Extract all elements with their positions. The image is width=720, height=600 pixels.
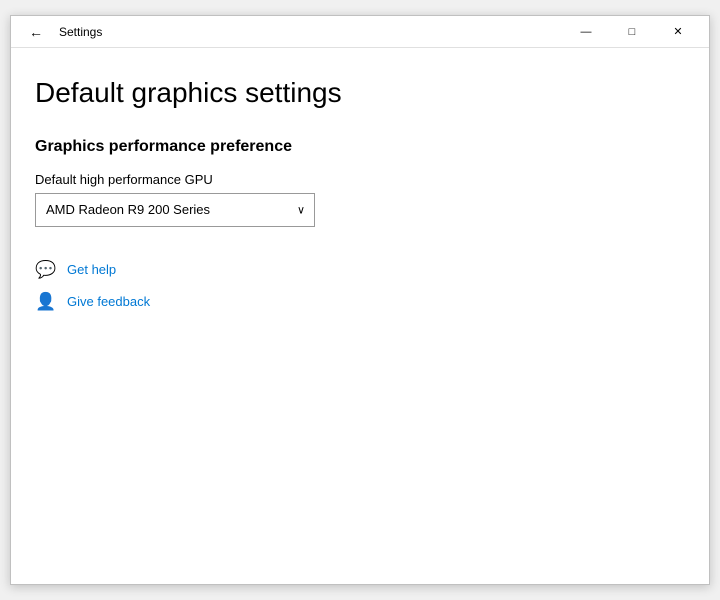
back-button[interactable]: ← <box>23 22 49 42</box>
give-feedback-icon: 👤 <box>35 291 57 313</box>
maximize-button[interactable]: □ <box>609 16 655 48</box>
get-help-label: Get help <box>67 262 116 277</box>
window-controls: — □ ✕ <box>563 16 701 48</box>
window-title: Settings <box>59 25 102 39</box>
field-label: Default high performance GPU <box>35 172 685 187</box>
title-bar-left: ← Settings <box>23 22 102 42</box>
gpu-dropdown-wrapper: AMD Radeon R9 200 Series NVIDIA GeForce … <box>35 193 315 227</box>
settings-window: ← Settings — □ ✕ Default graphics settin… <box>10 15 710 585</box>
close-button[interactable]: ✕ <box>655 16 701 48</box>
give-feedback-link[interactable]: 👤 Give feedback <box>35 291 685 313</box>
minimize-button[interactable]: — <box>563 16 609 48</box>
get-help-link[interactable]: 💬 Get help <box>35 259 685 281</box>
section-title: Graphics performance preference <box>35 138 685 156</box>
help-links-section: 💬 Get help 👤 Give feedback <box>35 259 685 313</box>
gpu-dropdown[interactable]: AMD Radeon R9 200 Series NVIDIA GeForce … <box>35 193 315 227</box>
main-content: Default graphics settings Graphics perfo… <box>11 48 709 584</box>
title-bar: ← Settings — □ ✕ <box>11 16 709 48</box>
page-title: Default graphics settings <box>35 76 685 110</box>
get-help-icon: 💬 <box>35 259 57 281</box>
give-feedback-label: Give feedback <box>67 294 150 309</box>
